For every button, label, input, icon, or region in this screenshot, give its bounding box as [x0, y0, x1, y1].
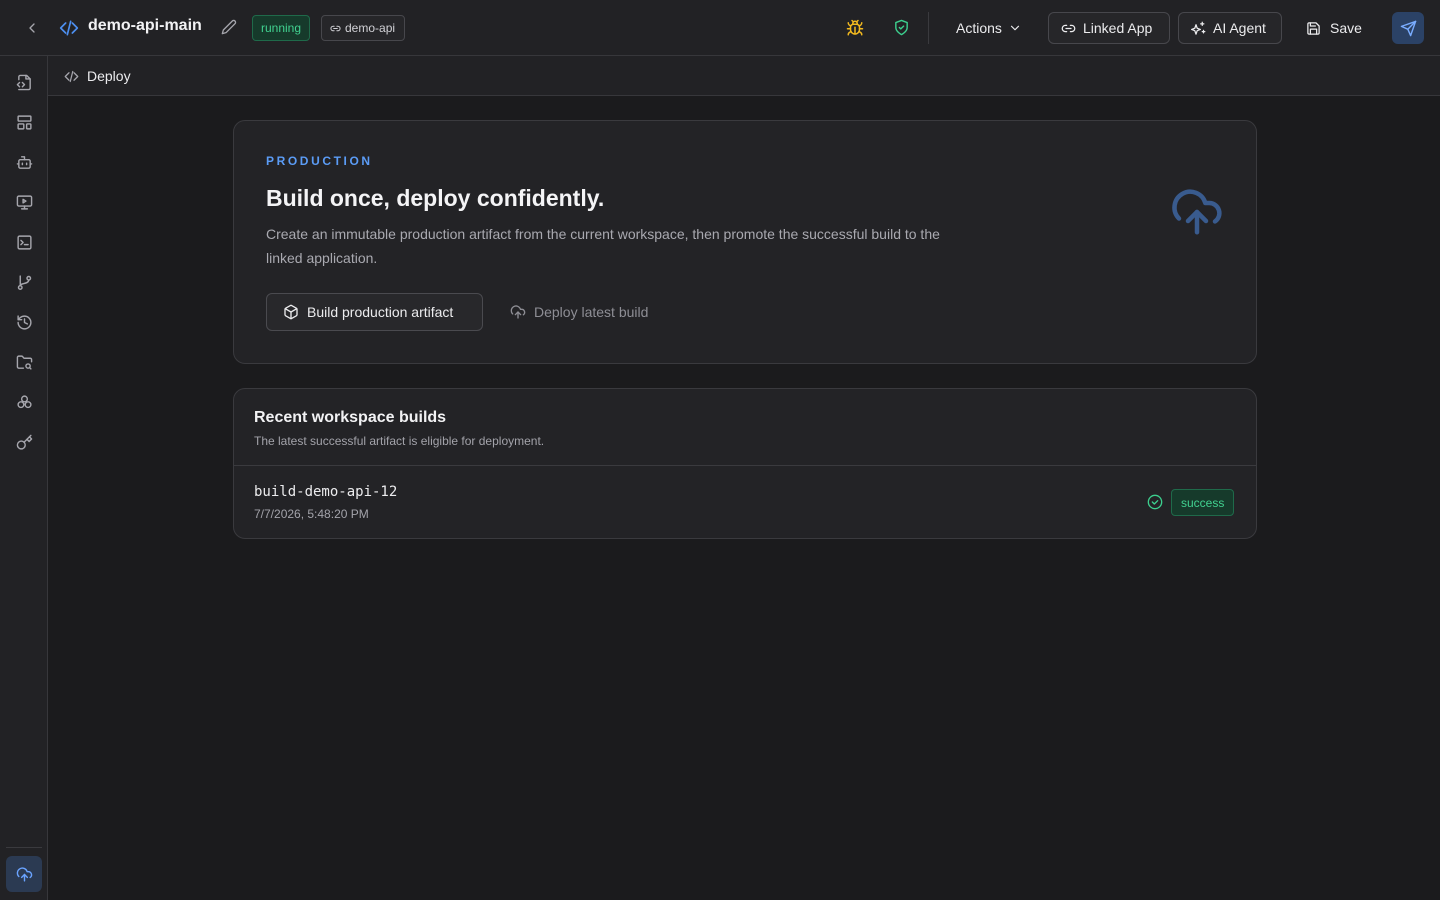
sidebar-item-git[interactable] — [12, 270, 36, 294]
workspace-title: demo-api-main — [88, 17, 202, 34]
builds-card: Recent workspace builds The latest succe… — [233, 388, 1257, 539]
shield-check-icon[interactable] — [893, 19, 910, 36]
status-badge: running — [252, 15, 311, 41]
sidebar-item-search-files[interactable] — [12, 350, 36, 374]
builds-subtitle: The latest successful artifact is eligib… — [254, 434, 545, 448]
linked-badge-label: demo-api — [345, 21, 396, 35]
sidebar-item-bot[interactable] — [12, 150, 36, 174]
linked-app-badge[interactable]: demo-api — [321, 15, 406, 41]
cloud-upload-icon — [510, 305, 526, 319]
tab-label: Deploy — [87, 68, 131, 84]
sidebar-item-secrets[interactable] — [12, 430, 36, 454]
production-title: Build once, deploy confidently. — [266, 185, 605, 211]
status-badge: success — [1171, 489, 1235, 516]
sidebar-item-terminal[interactable] — [12, 230, 36, 254]
bot-icon — [16, 155, 32, 169]
key-icon — [16, 434, 32, 450]
chevron-down-icon — [1010, 25, 1020, 31]
production-card: PRODUCTION Build once, deploy confidentl… — [233, 120, 1257, 364]
pencil-icon[interactable] — [221, 19, 237, 35]
bug-icon[interactable] — [846, 19, 864, 37]
linked-app-label: Linked App — [1083, 20, 1153, 36]
file-code-icon — [16, 74, 31, 90]
sidebar-item-components[interactable] — [12, 390, 36, 414]
history-icon — [16, 314, 32, 330]
deploy-button-label: Deploy latest build — [534, 304, 649, 320]
section-eyebrow: PRODUCTION — [266, 154, 373, 168]
sidebar-item-preview[interactable] — [12, 190, 36, 214]
publish-button[interactable] — [1392, 12, 1424, 44]
build-timestamp: 7/7/2026, 5:48:20 PM — [254, 507, 369, 521]
code-icon — [64, 70, 79, 82]
sidebar-divider — [6, 847, 42, 848]
production-description: Create an immutable production artifact … — [266, 226, 940, 266]
save-icon — [1307, 21, 1320, 35]
package-icon — [284, 304, 298, 320]
ai-agent-label: AI Agent — [1213, 20, 1266, 36]
build-artifact-button[interactable]: Build production artifact — [266, 293, 483, 331]
tab-deploy[interactable]: Deploy — [64, 56, 131, 96]
send-icon — [1400, 20, 1416, 36]
link-icon — [1061, 24, 1076, 32]
sidebar-item-deploy[interactable] — [6, 856, 42, 892]
deploy-latest-button[interactable]: Deploy latest build — [498, 293, 660, 331]
terminal-icon — [16, 234, 32, 250]
sidebar-item-files[interactable] — [12, 70, 36, 94]
folder-search-icon — [16, 354, 32, 370]
cloud-upload-icon — [16, 866, 32, 882]
builds-title: Recent workspace builds — [254, 409, 447, 426]
sub-header: Deploy — [48, 56, 1440, 96]
code-icon — [59, 18, 79, 38]
save-button[interactable]: Save — [1294, 12, 1374, 44]
actions-dropdown[interactable]: Actions — [944, 12, 1034, 44]
check-circle-icon — [1147, 494, 1163, 510]
left-sidebar — [0, 56, 48, 900]
ai-agent-button[interactable]: AI Agent — [1178, 12, 1282, 44]
sidebar-item-history[interactable] — [12, 310, 36, 334]
components-icon — [16, 394, 32, 408]
list-item[interactable]: build-demo-api-12 7/7/2026, 5:48:20 PM s… — [234, 466, 1256, 538]
link-icon — [330, 25, 341, 31]
git-branch-icon — [17, 274, 31, 290]
build-name: build-demo-api-12 — [254, 484, 398, 500]
layout-icon — [16, 114, 32, 130]
build-button-label: Build production artifact — [307, 304, 454, 320]
top-bar: demo-api-main running demo-api Actions L… — [0, 0, 1440, 56]
chevron-left-icon — [29, 23, 35, 33]
header-divider — [928, 12, 929, 44]
linked-app-button[interactable]: Linked App — [1048, 12, 1170, 44]
sidebar-item-layout[interactable] — [12, 110, 36, 134]
save-label: Save — [1330, 20, 1362, 36]
back-button[interactable] — [20, 16, 44, 40]
sparkles-icon — [1191, 21, 1206, 35]
actions-label: Actions — [956, 20, 1002, 36]
monitor-play-icon — [16, 194, 32, 210]
cloud-upload-icon — [1170, 185, 1224, 239]
